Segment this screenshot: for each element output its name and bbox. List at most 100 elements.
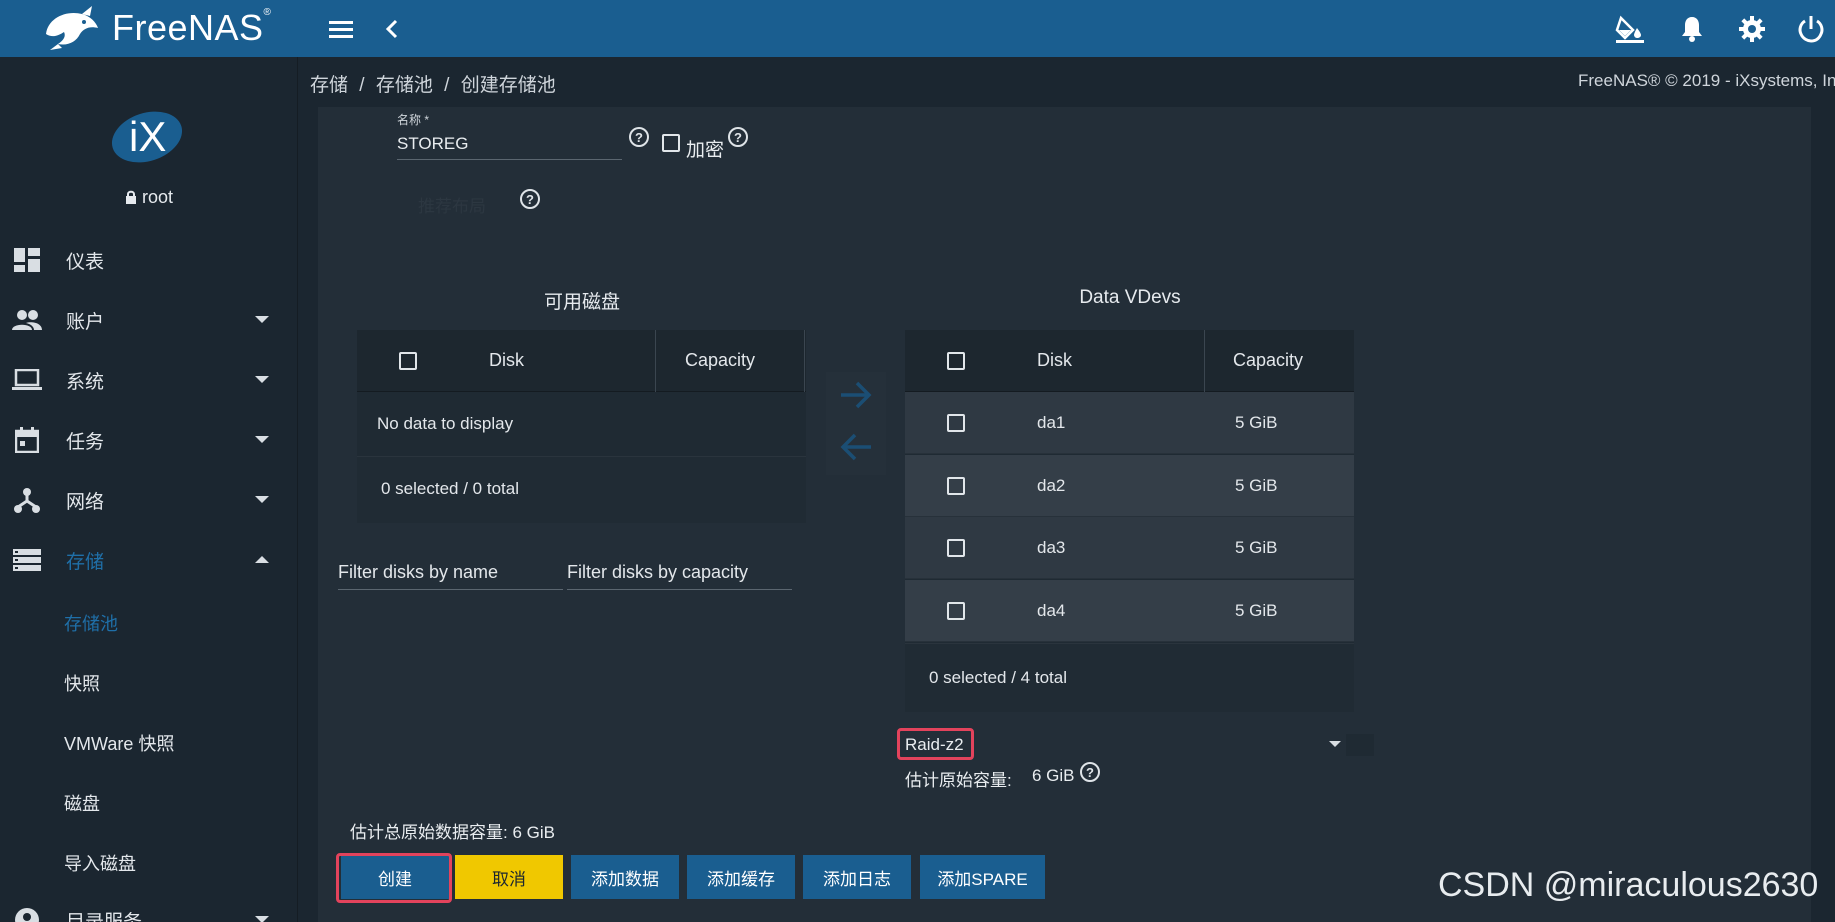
encrypt-checkbox[interactable] — [662, 134, 680, 152]
selection-count: 0 selected / 0 total — [381, 479, 519, 498]
table-row[interactable]: da3 5 GiB — [905, 517, 1354, 579]
name-field[interactable]: STOREG — [397, 134, 468, 154]
sidebar-item-tasks[interactable]: 任务 — [0, 410, 298, 470]
table-header: Disk Capacity — [905, 330, 1354, 392]
filter-disks-by-capacity-input[interactable]: Filter disks by capacity — [567, 562, 748, 583]
add-cache-button[interactable]: 添加缓存 — [687, 855, 795, 899]
bell-icon[interactable] — [1676, 13, 1708, 45]
sidebar-item-label: 系统 — [66, 371, 105, 393]
name-field-label: 名称 * — [397, 113, 430, 127]
add-spare-button[interactable]: 添加SPARE — [920, 855, 1045, 899]
logo-registered-mark: ® — [263, 7, 272, 18]
svg-text:iX: iX — [129, 113, 166, 160]
empty-message: No data to display — [377, 414, 514, 433]
table-footer: 0 selected / 0 total — [357, 456, 806, 523]
vdev-remove-placeholder — [1346, 734, 1374, 756]
sidebar-subitem-vmware-snapshots[interactable]: VMWare 快照 — [64, 730, 174, 756]
freenas-logo[interactable]: FreeNAS® — [38, 4, 298, 52]
row-checkbox[interactable] — [947, 602, 965, 620]
chevron-down-icon — [255, 916, 269, 922]
freenas-fish-icon — [46, 6, 98, 50]
name-help-icon[interactable]: ? — [629, 127, 649, 147]
filter-disks-by-name-input[interactable]: Filter disks by name — [338, 562, 498, 583]
column-divider[interactable] — [804, 330, 805, 392]
disk-name: da1 — [1037, 413, 1066, 432]
sidebar-subitem-pools[interactable]: 存储池 — [64, 610, 118, 636]
chevron-down-icon — [255, 316, 269, 323]
sidebar-item-directory-services[interactable]: 目录服务 — [0, 890, 298, 922]
table-row[interactable]: da1 5 GiB — [905, 392, 1354, 454]
laptop-icon — [12, 365, 42, 395]
add-data-button[interactable]: 添加数据 — [571, 855, 679, 899]
select-all-checkbox[interactable] — [947, 352, 965, 370]
network-icon — [12, 485, 42, 515]
cancel-button[interactable]: 取消 — [455, 855, 563, 899]
storage-icon — [12, 545, 42, 575]
selection-count: 0 selected / 4 total — [929, 668, 1067, 687]
column-header-capacity[interactable]: Capacity — [685, 350, 755, 371]
sidebar-item-dashboard[interactable]: 仪表 — [0, 230, 298, 290]
layout-highlight-box — [897, 728, 974, 760]
name-field-underline — [397, 159, 622, 160]
sidebar-item-accounts[interactable]: 账户 — [0, 290, 298, 350]
menu-icon[interactable] — [325, 13, 357, 45]
sidebar-item-label: 存储 — [66, 551, 105, 573]
suggest-layout-help-icon[interactable]: ? — [520, 189, 540, 209]
sidebar: iX root 仪表 账户 系统 任务 网络 存储 存储池 快照 VMWare … — [0, 57, 298, 922]
username: root — [141, 187, 174, 207]
sidebar-item-system[interactable]: 系统 — [0, 350, 298, 410]
disk-name: da2 — [1037, 476, 1066, 495]
watermark: CSDN @miraculous2630 — [1438, 866, 1819, 904]
chevron-down-icon[interactable] — [1329, 741, 1341, 747]
column-divider[interactable] — [655, 330, 656, 392]
table-row[interactable]: da4 5 GiB — [905, 580, 1354, 642]
column-header-disk[interactable]: Disk — [489, 350, 524, 371]
sidebar-item-storage[interactable]: 存储 — [0, 530, 298, 590]
directory-icon — [12, 905, 42, 922]
gear-icon[interactable] — [1736, 13, 1768, 45]
arrow-right-icon[interactable] — [839, 380, 873, 410]
logo-text: FreeNAS — [112, 7, 264, 48]
sidebar-subitem-import-disk[interactable]: 导入磁盘 — [64, 850, 136, 876]
data-vdevs-title: Data VDevs — [1079, 287, 1181, 308]
column-divider[interactable] — [1204, 330, 1205, 392]
column-header-disk[interactable]: Disk — [1037, 350, 1072, 371]
sidebar-subitem-snapshots[interactable]: 快照 — [64, 670, 100, 696]
filter-capacity-underline — [567, 589, 792, 590]
breadcrumb-item-storage[interactable]: 存储 — [310, 75, 348, 96]
row-checkbox[interactable] — [947, 477, 965, 495]
ix-logo: iX — [111, 111, 183, 163]
disk-name: da3 — [1037, 538, 1066, 557]
chevron-up-icon — [255, 556, 269, 563]
power-icon[interactable] — [1795, 13, 1827, 45]
add-log-button[interactable]: 添加日志 — [803, 855, 911, 899]
sidebar-subitem-disks[interactable]: 磁盘 — [64, 790, 100, 816]
column-header-capacity[interactable]: Capacity — [1233, 350, 1303, 371]
suggest-layout-button[interactable]: 推荐布局 — [418, 192, 486, 217]
row-checkbox[interactable] — [947, 414, 965, 432]
chevron-left-icon[interactable] — [376, 13, 408, 45]
theme-bucket-icon[interactable] — [1614, 13, 1646, 45]
copyright-text: FreeNAS® © 2019 - iXsystems, In — [1578, 71, 1835, 90]
transfer-arrows — [826, 372, 886, 475]
table-header: Disk Capacity — [357, 330, 806, 392]
breadcrumb-separator: / — [359, 75, 365, 96]
chevron-down-icon — [255, 496, 269, 503]
dashboard-icon — [12, 245, 42, 275]
total-raw-capacity: 估计总原始数据容量: 6 GiB — [350, 823, 555, 842]
select-all-checkbox[interactable] — [399, 352, 417, 370]
sidebar-item-network[interactable]: 网络 — [0, 470, 298, 530]
available-disks-table: Disk Capacity No data to display 0 selec… — [357, 330, 806, 523]
table-footer: 0 selected / 4 total — [905, 643, 1354, 712]
table-row[interactable]: da2 5 GiB — [905, 455, 1354, 517]
encrypt-help-icon[interactable]: ? — [728, 127, 748, 147]
create-highlight-box — [336, 853, 452, 903]
arrow-left-icon[interactable] — [839, 432, 873, 462]
sidebar-item-label: 账户 — [66, 311, 105, 333]
breadcrumb-item-pools[interactable]: 存储池 — [376, 75, 433, 96]
breadcrumb-separator: / — [444, 75, 450, 96]
row-checkbox[interactable] — [947, 539, 965, 557]
disk-capacity: 5 GiB — [1235, 538, 1278, 557]
estimated-raw-capacity-value: 6 GiB — [1032, 766, 1075, 785]
estimate-help-icon[interactable]: ? — [1080, 762, 1100, 782]
